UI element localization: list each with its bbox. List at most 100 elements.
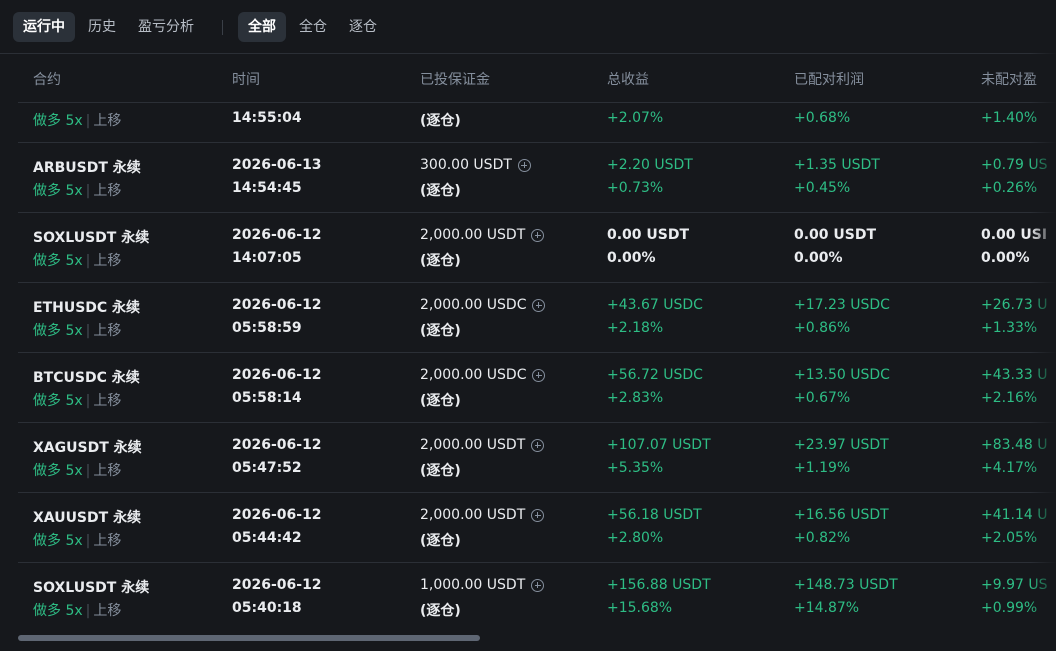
leverage-label: 5x — [65, 463, 83, 479]
direction-label: 上移 — [93, 253, 122, 269]
tab-divider — [222, 20, 223, 35]
matched-profit-percent: +1.19% — [794, 460, 851, 476]
positions-table: 合约 时间 已投保证金 总收益 已配对利润 未配对盈 做多 5x | 上移 14:55… — [18, 53, 1056, 631]
plus-circle-icon[interactable] — [532, 368, 546, 382]
margin-amount: 1,000.00 USDT — [420, 577, 545, 593]
direction-label: 上移 — [93, 183, 122, 199]
symbol-label: SOXLUSDT 永续 — [33, 230, 150, 246]
total-profit-percent: +5.35% — [607, 460, 664, 476]
unmatched-profit-percent: +1.33% — [981, 320, 1038, 336]
total-profit-percent: +2.83% — [607, 390, 664, 406]
table-row[interactable]: XAGUSDT 永续 做多 5x | 上移 2026-06-12 05:47:52 2,00… — [18, 422, 1056, 493]
horizontal-scrollbar[interactable] — [18, 635, 480, 641]
total-profit-amount: 0.00 USDT — [607, 227, 690, 243]
margin-mode: (逐仓) — [420, 183, 461, 199]
plus-circle-icon[interactable] — [517, 158, 531, 172]
plus-circle-icon[interactable] — [531, 578, 545, 592]
margin-value: 2,000.00 USDT — [420, 437, 526, 453]
margin-amount: 300.00 USDT — [420, 157, 531, 173]
margin-value: 2,000.00 USDT — [420, 227, 526, 243]
divider: | — [85, 113, 91, 129]
matched-profit-percent: +0.86% — [794, 320, 851, 336]
plus-circle-icon[interactable] — [532, 298, 546, 312]
margin-amount: 2,000.00 USDT — [420, 507, 545, 523]
margin-mode: (逐仓) — [420, 393, 461, 409]
table-row[interactable]: BTCUSDC 永续 做多 5x | 上移 2026-06-12 05:58:14 2,00… — [18, 352, 1056, 423]
leverage-label: 5x — [65, 393, 83, 409]
header-time: 时间 — [232, 72, 260, 88]
total-profit-percent: +2.07% — [607, 110, 664, 126]
tab-running[interactable]: 运行中 — [13, 12, 75, 42]
margin-amount: 2,000.00 USDT — [420, 227, 545, 243]
date-label: 2026-06-13 — [232, 157, 322, 173]
position-info: 做多 5x | 上移 — [33, 460, 121, 480]
table-row[interactable]: ETHUSDC 永续 做多 5x | 上移 2026-06-12 05:58:59 2,00… — [18, 282, 1056, 353]
total-profit-percent: +15.68% — [607, 600, 673, 616]
unmatched-profit-percent: +4.17% — [981, 460, 1038, 476]
direction-label: 上移 — [93, 603, 122, 619]
unmatched-profit-percent: +0.99% — [981, 600, 1038, 616]
plus-circle-icon[interactable] — [531, 508, 545, 522]
matched-profit-percent: +0.68% — [794, 110, 851, 126]
header-matched-profit: 已配对利润 — [794, 72, 864, 88]
unmatched-profit-amount: 0.00 USI — [981, 227, 1048, 243]
divider: | — [85, 533, 91, 549]
time-label: 05:58:59 — [232, 320, 302, 336]
unmatched-profit-amount: +9.97 US — [981, 577, 1048, 593]
margin-amount: 2,000.00 USDC — [420, 367, 546, 383]
table-row[interactable]: 做多 5x | 上移 14:55:04 (逐仓) +2.07% +0.68% +1.40% — [18, 102, 1056, 143]
matched-profit-amount: +16.56 USDT — [794, 507, 889, 523]
margin-value: 1,000.00 USDT — [420, 577, 526, 593]
plus-circle-icon[interactable] — [531, 438, 545, 452]
tab-pnl-analysis[interactable]: 盈亏分析 — [128, 12, 204, 42]
leverage-label: 5x — [65, 183, 83, 199]
side-label: 做多 — [33, 253, 61, 269]
leverage-label: 5x — [65, 323, 83, 339]
symbol-label: ARBUSDT 永续 — [33, 160, 141, 176]
table-row[interactable]: SOXLUSDT 永续 做多 5x | 上移 2026-06-12 14:07:05 2,0… — [18, 212, 1056, 283]
margin-mode: (逐仓) — [420, 323, 461, 339]
unmatched-profit-percent: +2.05% — [981, 530, 1038, 546]
matched-profit-amount: 0.00 USDT — [794, 227, 877, 243]
symbol-label: ETHUSDC 永续 — [33, 300, 141, 316]
total-profit-amount: +56.18 USDT — [607, 507, 702, 523]
table-body: 做多 5x | 上移 14:55:04 (逐仓) +2.07% +0.68% +1.40% AR… — [18, 102, 1056, 631]
header-unmatched-profit: 未配对盈 — [981, 72, 1037, 88]
table-row[interactable]: ARBUSDT 永续做多 5x | 上移 2026-06-13 14:54:45 300.… — [18, 142, 1056, 213]
matched-profit-amount: +1.35 USDT — [794, 157, 880, 173]
total-profit-amount: +2.20 USDT — [607, 157, 693, 173]
tab-history[interactable]: 历史 — [78, 12, 126, 42]
matched-profit-percent: +0.82% — [794, 530, 851, 546]
margin-mode: (逐仓) — [420, 253, 461, 269]
leverage-label: 5x — [65, 533, 83, 549]
direction-label: 上移 — [93, 113, 122, 129]
unmatched-profit-percent: +0.26% — [981, 180, 1038, 196]
header-contract: 合约 — [33, 72, 61, 88]
margin-amount: 2,000.00 USDT — [420, 437, 545, 453]
unmatched-profit-amount: +26.73 U — [981, 297, 1048, 313]
filter-isolated[interactable]: 逐仓 — [339, 12, 387, 42]
matched-profit-amount: +13.50 USDC — [794, 367, 890, 383]
position-info: 做多 5x | 上移 — [33, 320, 121, 340]
matched-profit-percent: 0.00% — [794, 250, 843, 266]
margin-mode: (逐仓) — [420, 603, 461, 619]
matched-profit-percent: +0.45% — [794, 180, 851, 196]
filter-all[interactable]: 全部 — [238, 12, 286, 42]
date-label: 2026-06-12 — [232, 507, 322, 523]
table-row[interactable]: SOXLUSDT 永续 做多 5x | 上移 2026-06-12 05:40:18 1,0… — [18, 562, 1056, 631]
total-profit-amount: +56.72 USDC — [607, 367, 703, 383]
position-info: 做多 5x | 上移 — [33, 110, 121, 130]
margin-value: 2,000.00 USDT — [420, 507, 526, 523]
position-info: 做多 5x | 上移 — [33, 180, 121, 200]
time-label: 05:47:52 — [232, 460, 302, 476]
date-label: 2026-06-12 — [232, 297, 322, 313]
total-profit-percent: +0.73% — [607, 180, 664, 196]
direction-label: 上移 — [93, 463, 122, 479]
symbol-label: BTCUSDC 永续 — [33, 370, 140, 386]
plus-circle-icon[interactable] — [531, 228, 545, 242]
direction-label: 上移 — [93, 393, 122, 409]
filter-cross[interactable]: 全仓 — [289, 12, 337, 42]
table-row[interactable]: XAUUSDT 永续 做多 5x | 上移 2026-06-12 05:44:42 2,00… — [18, 492, 1056, 563]
side-label: 做多 — [33, 463, 61, 479]
time-label: 14:54:45 — [232, 180, 302, 196]
